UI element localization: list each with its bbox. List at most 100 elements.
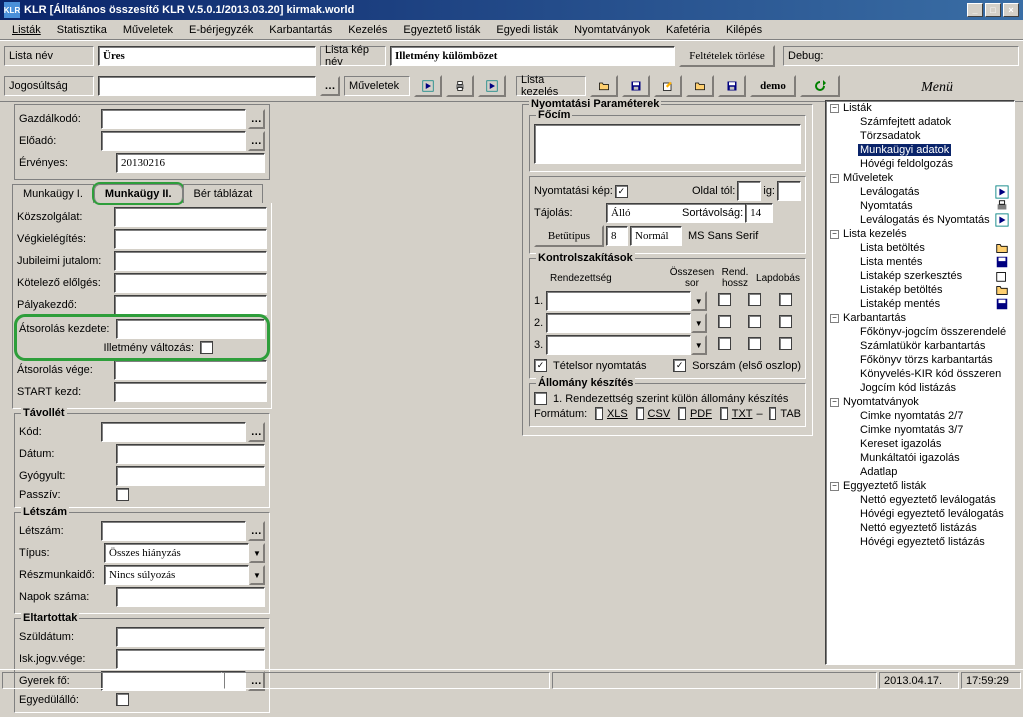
k3-combo-btn[interactable]: ▼: [691, 335, 707, 355]
palyakezdo-input[interactable]: [114, 295, 267, 315]
menu-eberjegyzek[interactable]: E-bérjegyzék: [181, 22, 261, 38]
minimize-button[interactable]: _: [967, 3, 983, 17]
tree-root[interactable]: −Lista kezelés: [826, 227, 1014, 241]
tree-toggle-icon[interactable]: −: [830, 104, 839, 113]
tree-item[interactable]: Leválogatás és Nyomtatás: [826, 213, 1014, 227]
edit-button[interactable]: [654, 75, 682, 97]
k2-lap-cb[interactable]: [779, 315, 792, 328]
ig-input[interactable]: [777, 181, 801, 201]
txt-cb[interactable]: [720, 407, 728, 420]
tree-item[interactable]: Számfejtett adatok: [826, 115, 1014, 129]
k1-combo[interactable]: [546, 291, 691, 311]
menu-karbantartas[interactable]: Karbantartás: [261, 22, 340, 38]
rend-szerint-cb[interactable]: [534, 392, 547, 405]
tree-item[interactable]: Főkönyv törzs karbantartás: [826, 353, 1014, 367]
menu-kafeteria[interactable]: Kafetéria: [658, 22, 718, 38]
pdf-cb[interactable]: [678, 407, 686, 420]
tree-item[interactable]: Nettó egyeztető listázás: [826, 521, 1014, 535]
k3-lap-cb[interactable]: [779, 337, 792, 350]
tree-toggle-icon[interactable]: −: [830, 230, 839, 239]
refresh-button[interactable]: [800, 75, 840, 97]
tree-item[interactable]: Listakép betöltés: [826, 283, 1014, 297]
kod-input[interactable]: [101, 422, 246, 442]
tree-root[interactable]: −Listák: [826, 101, 1014, 115]
k3-rend-cb[interactable]: [748, 337, 761, 350]
menu-listak[interactable]: Listák: [4, 22, 49, 38]
tree-item[interactable]: Cimke nyomtatás 2/7: [826, 409, 1014, 423]
tree-item[interactable]: Munkaügyi adatok: [826, 143, 1014, 157]
k2-combo[interactable]: [546, 313, 691, 333]
k1-rend-cb[interactable]: [748, 293, 761, 306]
tree-item[interactable]: Lista betöltés: [826, 241, 1014, 255]
print-button[interactable]: [446, 75, 474, 97]
ervenyes-input[interactable]: [116, 153, 265, 173]
menu-egyedi[interactable]: Egyedi listák: [488, 22, 566, 38]
tab-bertablazat[interactable]: Bér táblázat: [183, 184, 264, 203]
menu-statisztika[interactable]: Statisztika: [49, 22, 115, 38]
k1-ossz-cb[interactable]: [718, 293, 731, 306]
tree-item[interactable]: Hóvégi egyeztető listázás: [826, 535, 1014, 549]
sorszam-cb[interactable]: ✓: [673, 359, 686, 372]
tree-item[interactable]: Listakép szerkesztés: [826, 269, 1014, 283]
jubileumi-input[interactable]: [114, 251, 267, 271]
datum-input[interactable]: [116, 444, 265, 464]
tree-item[interactable]: Hóvégi feldolgozás: [826, 157, 1014, 171]
tree-item[interactable]: Főkönyv-jogcím összerendelé: [826, 325, 1014, 339]
tree-item[interactable]: Könyvelés-KIR kód összeren: [826, 367, 1014, 381]
atsorolas-kezdete-input[interactable]: [116, 319, 265, 339]
demo-button[interactable]: demo: [750, 75, 796, 97]
playprint-button[interactable]: [478, 75, 506, 97]
menu-kezeles[interactable]: Kezelés: [340, 22, 395, 38]
tetelsor-cb[interactable]: ✓: [534, 359, 547, 372]
xls-cb[interactable]: [595, 407, 603, 420]
tree-toggle-icon[interactable]: −: [830, 482, 839, 491]
k1-combo-btn[interactable]: ▼: [691, 291, 707, 311]
tab-cb[interactable]: [769, 407, 777, 420]
tab-munkaugy1[interactable]: Munkaügy I.: [12, 184, 94, 203]
tree-toggle-icon[interactable]: −: [830, 314, 839, 323]
letszam-input[interactable]: [101, 521, 246, 541]
tree-root[interactable]: −Műveletek: [826, 171, 1014, 185]
k3-ossz-cb[interactable]: [718, 337, 731, 350]
tree-item[interactable]: Cimke nyomtatás 3/7: [826, 423, 1014, 437]
save-button[interactable]: [622, 75, 650, 97]
k2-ossz-cb[interactable]: [718, 315, 731, 328]
passziv-checkbox[interactable]: [116, 488, 129, 501]
reszmunkaido-combo-btn[interactable]: ▼: [249, 565, 265, 585]
play-button[interactable]: [414, 75, 442, 97]
sortav-input[interactable]: [745, 203, 773, 223]
open-button[interactable]: [590, 75, 618, 97]
betusize-input[interactable]: [606, 226, 628, 246]
focim-input[interactable]: [534, 124, 801, 164]
k2-rend-cb[interactable]: [748, 315, 761, 328]
tipus-combo-btn[interactable]: ▼: [249, 543, 265, 563]
menu-kilepes[interactable]: Kilépés: [718, 22, 770, 38]
open2-button[interactable]: [686, 75, 714, 97]
napok-input[interactable]: [116, 587, 265, 607]
gazdalkodo-input[interactable]: [101, 109, 246, 129]
tree-item[interactable]: Adatlap: [826, 465, 1014, 479]
tree-item[interactable]: Törzsadatok: [826, 129, 1014, 143]
betutipus-button[interactable]: Betűtípus: [534, 225, 604, 247]
tree-root[interactable]: −Nyomtatványok: [826, 395, 1014, 409]
tab-munkaugy2[interactable]: Munkaügy II.: [94, 184, 183, 203]
tree-item[interactable]: Lista mentés: [826, 255, 1014, 269]
feltetelek-torlese-button[interactable]: Feltételek törlése: [679, 45, 775, 67]
csv-cb[interactable]: [636, 407, 644, 420]
szuldatum-input[interactable]: [116, 627, 265, 647]
maximize-button[interactable]: □: [985, 3, 1001, 17]
tree-item[interactable]: Munkáltatói igazolás: [826, 451, 1014, 465]
jogosultsag-input[interactable]: [98, 76, 316, 96]
kod-picker[interactable]: …: [248, 422, 265, 442]
menu-nyomtatvanyok[interactable]: Nyomtatványok: [566, 22, 658, 38]
eloado-input[interactable]: [101, 131, 246, 151]
k2-combo-btn[interactable]: ▼: [691, 313, 707, 333]
tree-view[interactable]: −ListákSzámfejtett adatokTörzsadatokMunk…: [825, 100, 1015, 665]
menu-egyezteto[interactable]: Egyeztető listák: [395, 22, 488, 38]
tree-item[interactable]: Kereset igazolás: [826, 437, 1014, 451]
nyomtkep-checkbox[interactable]: ✓: [615, 185, 628, 198]
tree-item[interactable]: Leválogatás: [826, 185, 1014, 199]
tree-item[interactable]: Hóvégi egyeztető leválogatás: [826, 507, 1014, 521]
k3-combo[interactable]: [546, 335, 691, 355]
lista-nev-input[interactable]: [98, 46, 316, 66]
